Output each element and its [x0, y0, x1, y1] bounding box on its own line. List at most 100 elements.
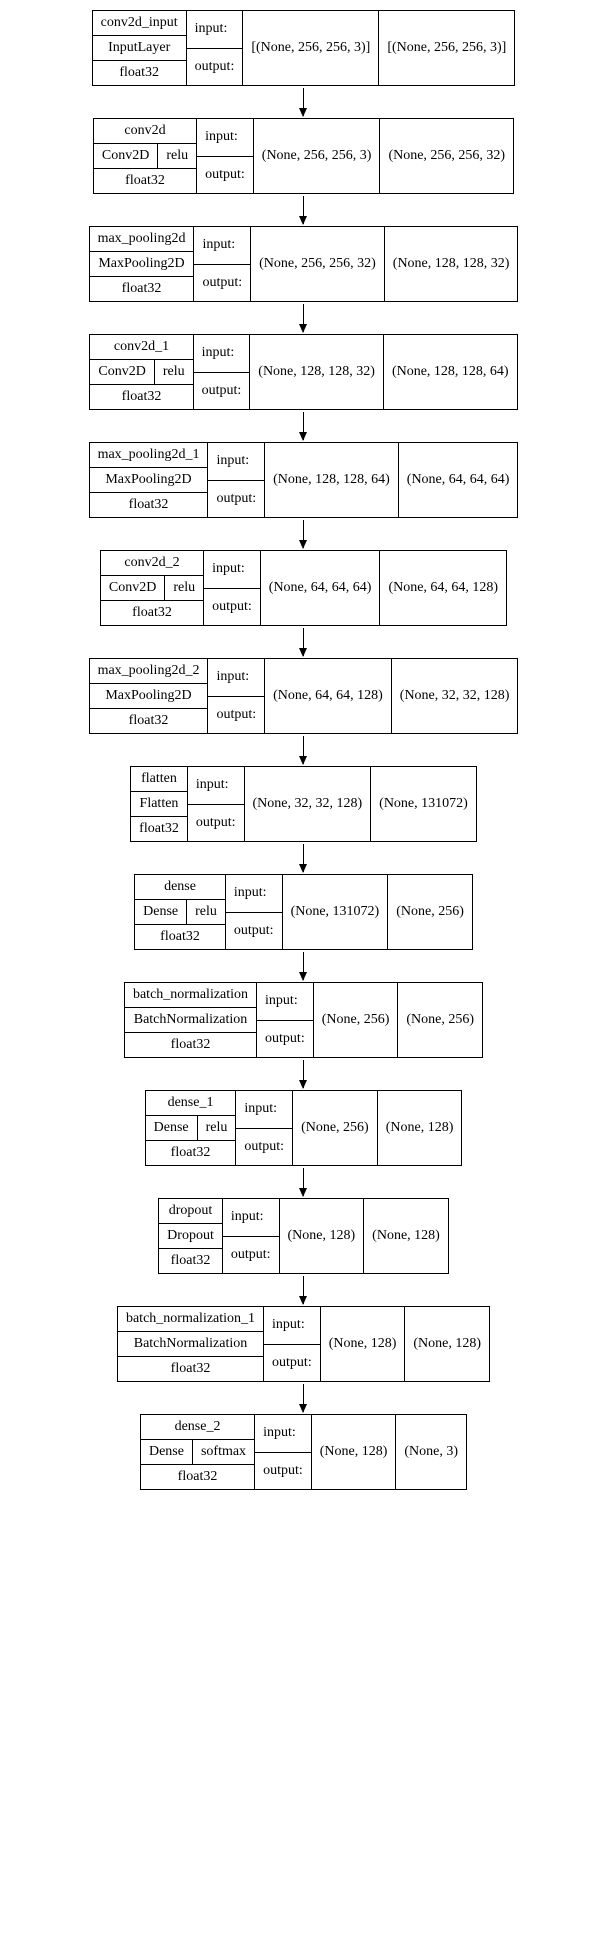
io-labels: input:output: [257, 983, 314, 1057]
input-label: input: [194, 227, 250, 265]
layer-type-row: Denserelu [146, 1116, 236, 1141]
layer-node: conv2d_2Conv2Drelufloat32input:output: (N… [100, 550, 507, 626]
io-labels: input:output: [208, 443, 265, 517]
io-labels: input:output: [208, 659, 265, 733]
layer-activation: softmax [192, 1440, 254, 1464]
arrow [303, 520, 304, 548]
layer-dtype: float32 [146, 1141, 236, 1165]
layer-type-row: Dropout [159, 1224, 222, 1249]
layer-node: max_pooling2d_2MaxPooling2Dfloat32input:… [89, 658, 519, 734]
layer-name: conv2d_2 [101, 551, 203, 576]
output-label: output: [187, 49, 243, 86]
input-label: input: [255, 1415, 311, 1453]
output-shape: (None, 128) [378, 1091, 462, 1165]
io-labels: input:output: [194, 335, 251, 409]
layer-info: batch_normalizationBatchNormalizationflo… [125, 983, 257, 1057]
layer-dtype: float32 [118, 1357, 263, 1381]
layer-dtype: float32 [90, 493, 208, 517]
output-label: output: [208, 481, 264, 518]
output-shape: (None, 256) [398, 983, 482, 1057]
input-label: input: [197, 119, 253, 157]
input-shape: (None, 128) [321, 1307, 406, 1381]
layer-dtype: float32 [135, 925, 225, 949]
layer-activation: relu [154, 360, 193, 384]
arrow [303, 736, 304, 764]
input-shape: (None, 256) [314, 983, 399, 1057]
layer-node: denseDenserelufloat32input:output:(None,… [134, 874, 473, 950]
layer-info: flattenFlattenfloat32 [131, 767, 188, 841]
layer-node: max_pooling2dMaxPooling2Dfloat32input:ou… [89, 226, 519, 302]
layer-node: conv2d_inputInputLayerfloat32input:outpu… [92, 10, 516, 86]
layer-name: max_pooling2d [90, 227, 194, 252]
layer-name: dropout [159, 1199, 222, 1224]
io-labels: input:output: [194, 227, 251, 301]
output-label: output: [188, 805, 244, 842]
layer-activation: relu [164, 576, 203, 600]
layer-type: BatchNormalization [125, 1008, 256, 1032]
layer-dtype: float32 [101, 601, 203, 625]
layer-node: batch_normalizationBatchNormalizationflo… [124, 982, 483, 1058]
output-shape: [(None, 256, 256, 3)] [379, 11, 514, 85]
input-shape: [(None, 256, 256, 3)] [243, 11, 379, 85]
layer-dtype: float32 [125, 1033, 256, 1057]
input-shape: (None, 256, 256, 3) [254, 119, 381, 193]
layer-type-row: Conv2Drelu [90, 360, 192, 385]
output-shape: (None, 3) [396, 1415, 466, 1489]
output-shape: (None, 128) [364, 1199, 448, 1273]
layer-activation: relu [157, 144, 196, 168]
layer-activation: relu [197, 1116, 236, 1140]
arrow [303, 1168, 304, 1196]
model-diagram: conv2d_inputInputLayerfloat32input:outpu… [10, 10, 597, 1490]
output-shape: (None, 131072) [371, 767, 476, 841]
layer-node: dropoutDropoutfloat32input:output:(None,… [158, 1198, 449, 1274]
layer-type: InputLayer [93, 36, 186, 60]
layer-type-row: BatchNormalization [118, 1332, 263, 1357]
input-label: input: [208, 443, 264, 481]
layer-node: batch_normalization_1BatchNormalizationf… [117, 1306, 490, 1382]
io-labels: input:output: [188, 767, 245, 841]
layer-info: conv2d_inputInputLayerfloat32 [93, 11, 187, 85]
output-shape: (None, 64, 64, 128) [380, 551, 506, 625]
output-label: output: [223, 1237, 279, 1274]
io-labels: input:output: [197, 119, 254, 193]
input-shape: (None, 131072) [283, 875, 389, 949]
layer-type: Dense [135, 900, 186, 924]
layer-type-row: Flatten [131, 792, 187, 817]
io-labels: input:output: [223, 1199, 280, 1273]
input-label: input: [257, 983, 313, 1021]
input-label: input: [226, 875, 282, 913]
output-label: output: [226, 913, 282, 950]
layer-type-row: MaxPooling2D [90, 252, 194, 277]
io-labels: input:output: [255, 1415, 312, 1489]
layer-name: max_pooling2d_1 [90, 443, 208, 468]
input-label: input: [223, 1199, 279, 1237]
output-label: output: [204, 589, 260, 626]
input-shape: (None, 32, 32, 128) [245, 767, 372, 841]
input-shape: (None, 256, 256, 32) [251, 227, 385, 301]
input-shape: (None, 128, 128, 64) [265, 443, 399, 517]
io-labels: input:output: [204, 551, 261, 625]
layer-info: conv2d_2Conv2Drelufloat32 [101, 551, 204, 625]
layer-type: Dropout [159, 1224, 222, 1248]
layer-name: conv2d_input [93, 11, 186, 36]
input-label: input: [204, 551, 260, 589]
layer-dtype: float32 [159, 1249, 222, 1273]
arrow [303, 1276, 304, 1304]
layer-dtype: float32 [90, 277, 194, 301]
layer-type-row: Conv2Drelu [94, 144, 196, 169]
arrow [303, 304, 304, 332]
layer-info: max_pooling2d_2MaxPooling2Dfloat32 [90, 659, 209, 733]
layer-node: dense_2Densesoftmaxfloat32input:output:(… [140, 1414, 467, 1490]
layer-type-row: InputLayer [93, 36, 186, 61]
output-label: output: [264, 1345, 320, 1382]
layer-name: conv2d_1 [90, 335, 192, 360]
layer-activation: relu [186, 900, 225, 924]
layer-type-row: Conv2Drelu [101, 576, 203, 601]
layer-node: conv2dConv2Drelufloat32input:output:(Non… [93, 118, 514, 194]
input-label: input: [264, 1307, 320, 1345]
input-shape: (None, 256) [293, 1091, 378, 1165]
layer-name: max_pooling2d_2 [90, 659, 208, 684]
input-shape: (None, 64, 64, 128) [265, 659, 392, 733]
output-shape: (None, 128, 128, 64) [384, 335, 517, 409]
input-shape: (None, 128) [280, 1199, 365, 1273]
